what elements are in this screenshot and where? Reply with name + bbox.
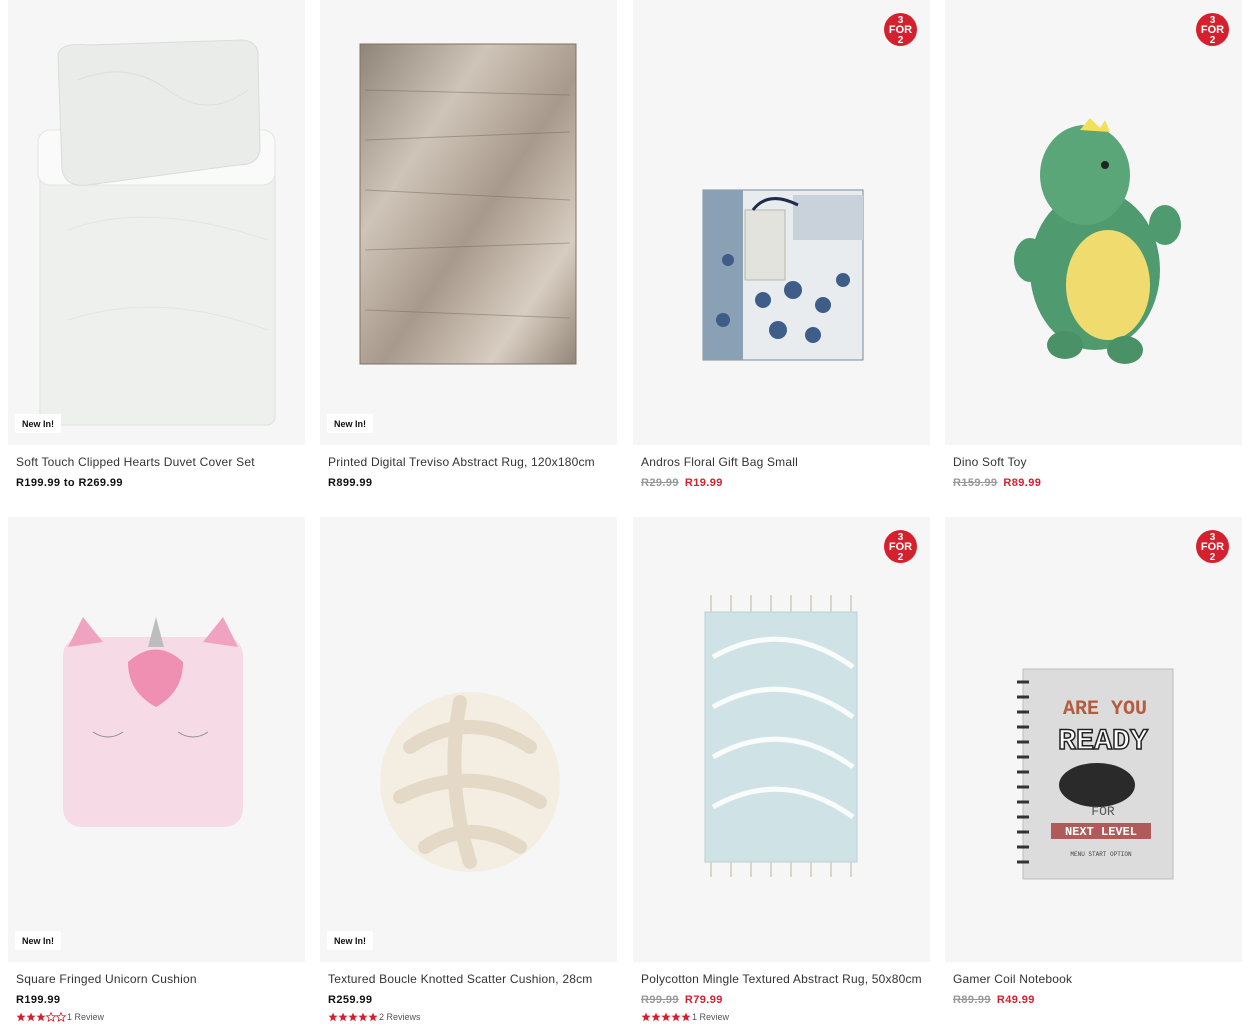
new-in-badge: New In! (15, 931, 62, 950)
product-name[interactable]: Andros Floral Gift Bag Small (641, 455, 930, 469)
gift-bag-image (702, 189, 864, 361)
product-card[interactable]: 3 FOR 2 Polycotton Mingle Textured Abstr… (633, 517, 930, 1022)
product-name[interactable]: Dino Soft Toy (953, 455, 1242, 469)
notebook-line-4: NEXT LEVEL (1065, 825, 1137, 839)
was-price: R89.99 (953, 994, 991, 1006)
three-for-two-badge: 3 FOR 2 (884, 13, 917, 46)
new-in-badge: New In! (327, 414, 374, 433)
notebook-line-2: READY (1058, 725, 1148, 759)
product-price: R259.99 (328, 994, 373, 1006)
three-for-two-badge: 3 FOR 2 (1196, 13, 1229, 46)
promo-bottom: 2 (897, 35, 904, 46)
product-image-unicorn[interactable]: New In! (8, 517, 305, 962)
product-card[interactable]: New In! Printed Digital Treviso Abstract… (320, 0, 617, 489)
was-price: R99.99 (641, 994, 679, 1006)
three-for-two-badge: 3 FOR 2 (1196, 530, 1229, 563)
promo-bottom: 2 (897, 552, 904, 563)
star-empty-icon (46, 1012, 56, 1022)
product-card[interactable]: New In! Soft Touch Clipped Hearts Duvet … (8, 0, 305, 489)
review-count: 1 Review (692, 1012, 730, 1022)
star-filled-icon (26, 1012, 36, 1022)
dino-image (1014, 118, 1181, 364)
rating-stars (16, 1012, 66, 1022)
star-filled-icon (36, 1012, 46, 1022)
sale-price: R89.99 (1003, 477, 1042, 489)
was-price: R159.99 (953, 477, 998, 489)
promo-bottom: 2 (1209, 35, 1216, 46)
product-price: R199.99 (16, 994, 61, 1006)
product-name[interactable]: Square Fringed Unicorn Cushion (16, 972, 305, 986)
product-price: R159.99 R89.99 (953, 477, 1242, 489)
product-image-textured-rug[interactable]: 3 FOR 2 (633, 517, 930, 962)
product-image-knot-cushion[interactable]: New In! (320, 517, 617, 962)
product-rating[interactable]: 1 Review (16, 1012, 305, 1022)
sale-price: R49.99 (996, 994, 1035, 1006)
product-name[interactable]: Soft Touch Clipped Hearts Duvet Cover Se… (16, 455, 305, 469)
product-image-rug[interactable]: New In! (320, 0, 617, 445)
duvet-image (37, 39, 276, 426)
product-image-dino[interactable]: 3 FOR 2 (945, 0, 1242, 445)
three-for-two-badge: 3 FOR 2 (884, 530, 917, 563)
knot-cushion-image (380, 692, 560, 872)
product-price: R899.99 (328, 477, 373, 489)
notebook-image: ARE YOU READY FOR NEXT LEVEL MENU START … (1017, 668, 1174, 880)
product-name[interactable]: Gamer Coil Notebook (953, 972, 1242, 986)
star-filled-icon (358, 1012, 368, 1022)
product-price: R89.99 R49.99 (953, 994, 1242, 1006)
star-filled-icon (661, 1012, 671, 1022)
star-filled-icon (681, 1012, 691, 1022)
product-image-notebook[interactable]: ARE YOU READY FOR NEXT LEVEL MENU START … (945, 517, 1242, 962)
textured-rug-image (704, 595, 858, 877)
star-filled-icon (641, 1012, 651, 1022)
sale-price: R19.99 (684, 477, 723, 489)
product-card[interactable]: 3 FOR 2 Andros Floral Gift Bag Small R29… (633, 0, 930, 489)
rating-stars (641, 1012, 691, 1022)
sale-price: R79.99 (684, 994, 723, 1006)
notebook-line-5: MENU START OPTION (1070, 851, 1132, 858)
product-card[interactable]: 3 FOR 2 Dino Soft Toy R159.99 R89.99 (945, 0, 1242, 489)
new-in-badge: New In! (327, 931, 374, 950)
star-empty-icon (56, 1012, 66, 1022)
notebook-line-3: FOR (1091, 804, 1115, 819)
star-filled-icon (348, 1012, 358, 1022)
star-filled-icon (338, 1012, 348, 1022)
review-count: 2 Reviews (379, 1012, 421, 1022)
rating-stars (328, 1012, 378, 1022)
product-card[interactable]: ARE YOU READY FOR NEXT LEVEL MENU START … (945, 517, 1242, 1006)
was-price: R29.99 (641, 477, 679, 489)
product-image-duvet[interactable]: New In! (8, 0, 305, 445)
product-price: R99.99 R79.99 (641, 994, 930, 1006)
review-count: 1 Review (67, 1012, 105, 1022)
product-name[interactable]: Printed Digital Treviso Abstract Rug, 12… (328, 455, 617, 469)
product-name[interactable]: Polycotton Mingle Textured Abstract Rug,… (641, 972, 930, 986)
unicorn-cushion-image (63, 617, 243, 827)
rug-image (359, 43, 577, 365)
star-filled-icon (651, 1012, 661, 1022)
product-card[interactable]: New In! Square Fringed Unicorn Cushion R… (8, 517, 305, 1022)
product-name[interactable]: Textured Boucle Knotted Scatter Cushion,… (328, 972, 617, 986)
star-filled-icon (368, 1012, 378, 1022)
product-card[interactable]: New In! Textured Boucle Knotted Scatter … (320, 517, 617, 1022)
promo-bottom: 2 (1209, 552, 1216, 563)
new-in-badge: New In! (15, 414, 62, 433)
product-rating[interactable]: 1 Review (641, 1012, 930, 1022)
product-price: R199.99 to R269.99 (16, 477, 123, 489)
star-filled-icon (16, 1012, 26, 1022)
product-rating[interactable]: 2 Reviews (328, 1012, 617, 1022)
product-price: R29.99 R19.99 (641, 477, 930, 489)
notebook-line-1: ARE YOU (1063, 698, 1147, 721)
product-image-gift-bag[interactable]: 3 FOR 2 (633, 0, 930, 445)
star-filled-icon (328, 1012, 338, 1022)
star-filled-icon (671, 1012, 681, 1022)
